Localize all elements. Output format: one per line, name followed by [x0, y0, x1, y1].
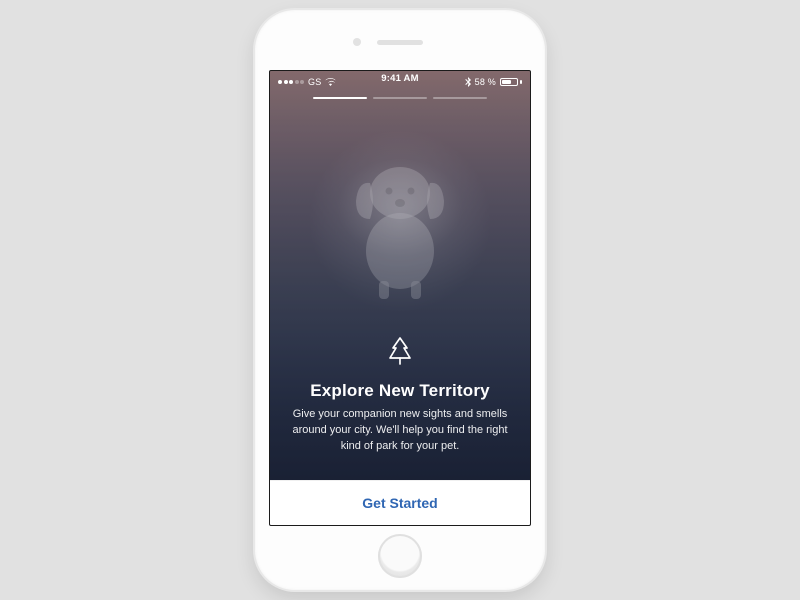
cta-bar: Get Started — [270, 480, 530, 525]
progress-segment-2 — [373, 97, 427, 99]
iphone-frame: GS 9:41 AM 58 % — [255, 10, 545, 590]
onboarding-content[interactable]: Explore New Territory Give your companio… — [270, 336, 530, 473]
screen: GS 9:41 AM 58 % — [269, 70, 531, 526]
front-camera — [353, 38, 361, 46]
signal-dots-icon — [278, 80, 304, 84]
dog-silhouette — [270, 131, 530, 331]
carrier-label: GS — [308, 77, 321, 87]
onboarding-body: Give your companion new sights and smell… — [292, 407, 508, 455]
get-started-button[interactable]: Get Started — [270, 481, 530, 525]
battery-fill — [502, 80, 511, 84]
status-bar: GS 9:41 AM 58 % — [270, 71, 530, 91]
tree-icon — [292, 336, 508, 371]
onboarding-progress — [270, 97, 530, 99]
earpiece-speaker — [377, 40, 423, 45]
home-button[interactable] — [378, 534, 422, 578]
progress-segment-1 — [313, 97, 367, 99]
wifi-icon — [325, 78, 336, 86]
progress-segment-3 — [433, 97, 487, 99]
status-right: 58 % — [465, 77, 522, 87]
battery-icon — [500, 78, 522, 86]
bluetooth-icon — [465, 77, 471, 87]
onboarding-title: Explore New Territory — [292, 381, 508, 401]
status-left: GS — [278, 77, 336, 87]
battery-percent-label: 58 % — [475, 77, 496, 87]
stage: GS 9:41 AM 58 % — [0, 0, 800, 600]
